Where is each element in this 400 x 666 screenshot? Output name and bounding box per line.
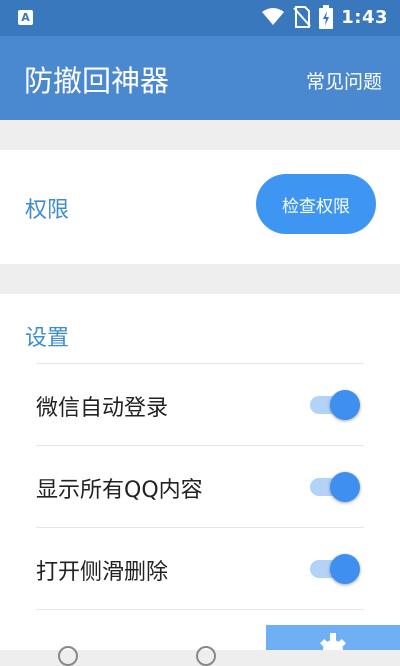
app-title: 防撤回神器	[24, 64, 170, 98]
permissions-title: 权限	[25, 198, 70, 223]
status-bar: A 1:43	[0, 0, 400, 36]
app-bar: 防撤回神器 常见问题	[0, 36, 400, 120]
bottom-bar-partial	[58, 646, 216, 666]
swipe-delete-toggle[interactable]	[308, 554, 360, 584]
clock: 1:43	[341, 6, 388, 28]
circle-icon	[58, 646, 78, 666]
setting-label: 打开侧滑删除	[36, 560, 169, 585]
settings-card: 设置 微信自动登录 显示所有QQ内容 打开侧滑删除	[0, 294, 400, 650]
setting-row-swipe-delete[interactable]: 打开侧滑删除	[36, 528, 364, 610]
gear-icon	[320, 633, 346, 650]
check-permissions-button[interactable]: 检查权限	[256, 174, 376, 234]
battery-charging-icon	[319, 5, 334, 29]
setting-row-wechat-auto-login[interactable]: 微信自动登录	[36, 364, 364, 446]
setting-row-show-all-qq[interactable]: 显示所有QQ内容	[36, 446, 364, 528]
settings-title: 设置	[25, 326, 70, 351]
circle-icon	[196, 646, 216, 666]
divider	[36, 609, 364, 610]
faq-button[interactable]: 常见问题	[306, 67, 382, 94]
no-sim-icon	[293, 6, 311, 28]
permissions-card: 权限 检查权限	[0, 150, 400, 264]
wechat-auto-login-toggle[interactable]	[308, 390, 360, 420]
show-all-qq-toggle[interactable]	[308, 472, 360, 502]
status-icons: 1:43	[261, 5, 388, 29]
setting-label: 微信自动登录	[36, 396, 169, 421]
setting-label: 显示所有QQ内容	[36, 478, 203, 503]
wifi-icon	[262, 8, 285, 25]
app-badge-icon: A	[18, 10, 33, 25]
floating-action-button[interactable]	[266, 625, 400, 650]
